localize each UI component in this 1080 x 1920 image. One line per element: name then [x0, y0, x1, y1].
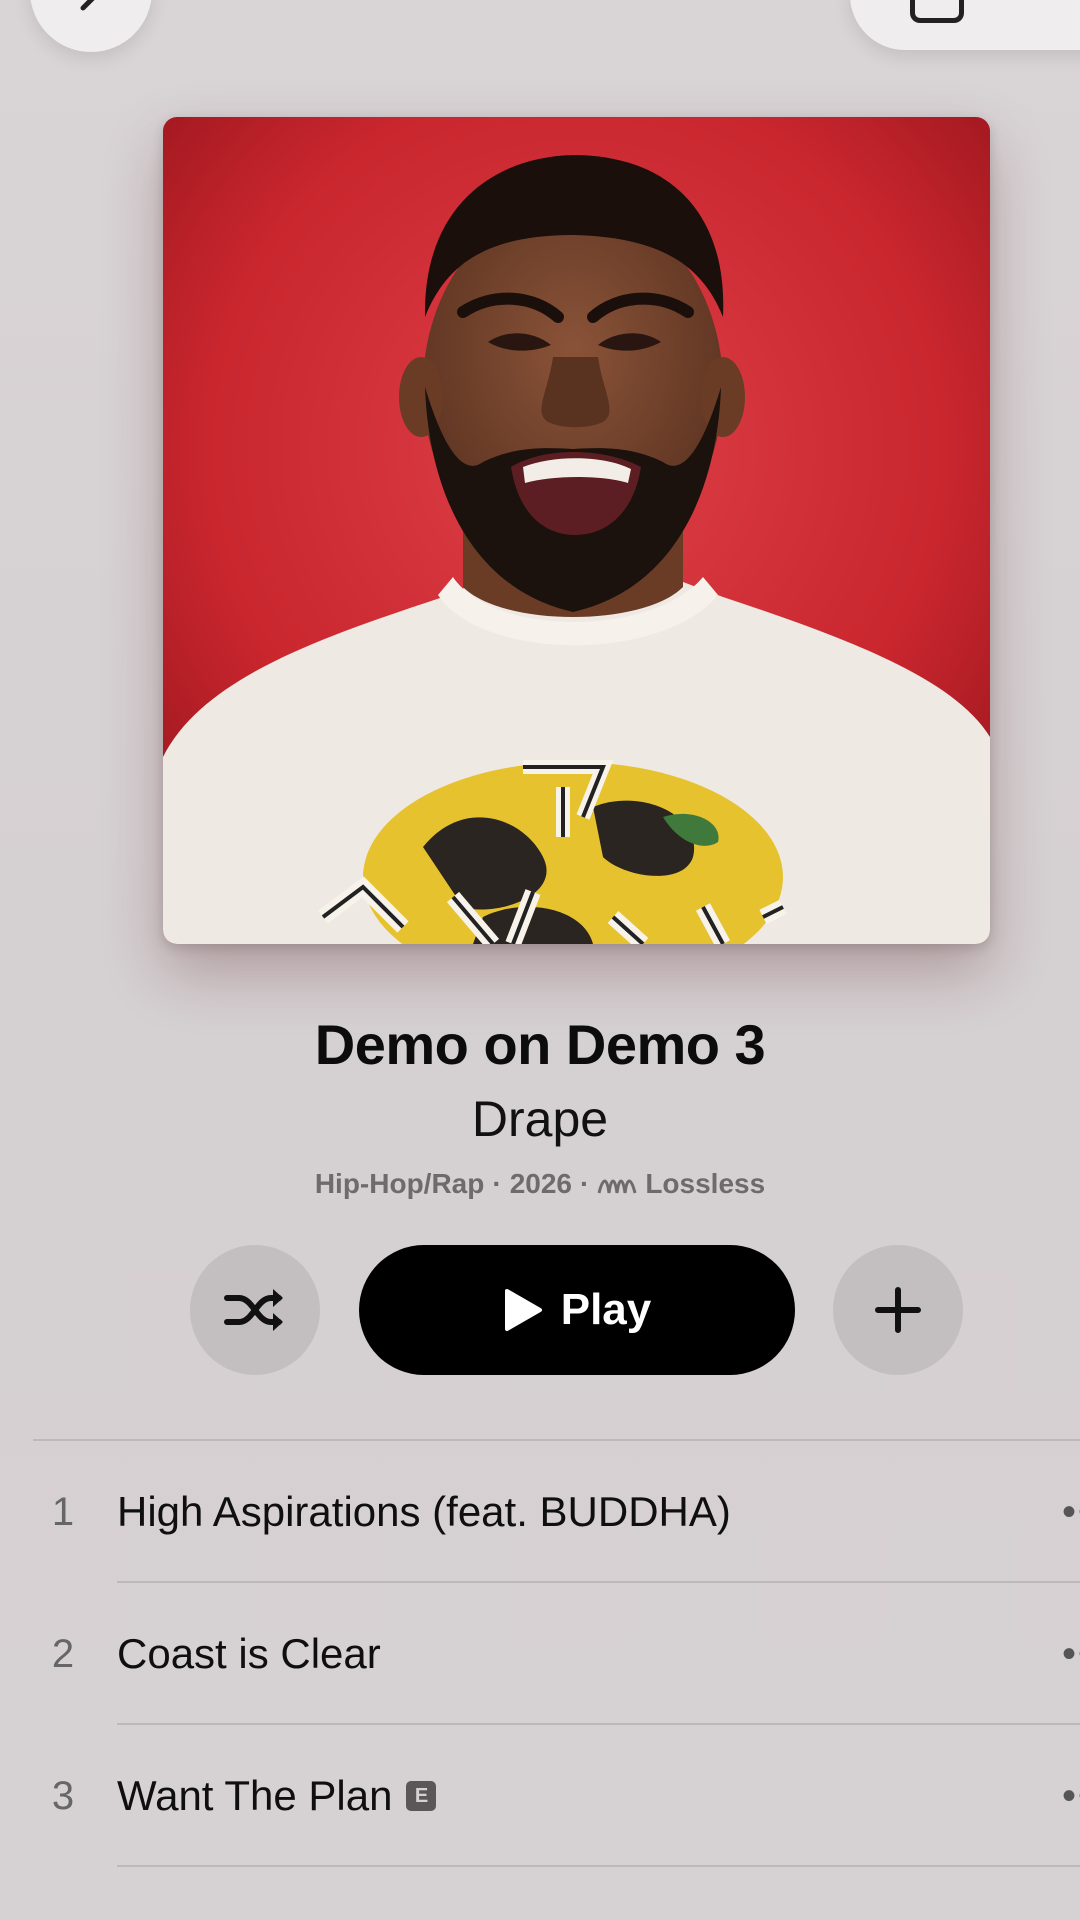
- track-title-wrap: Coast is Clear: [117, 1630, 381, 1678]
- album-genre: Hip-Hop/Rap: [314, 1168, 485, 1199]
- album-screen: Demo on Demo 3 Drape Hip-Hop/Rap · 2026 …: [0, 0, 1080, 1920]
- artist-name[interactable]: Drape: [0, 1090, 1080, 1148]
- square-icon: [910, 0, 964, 23]
- track-number: 3: [51, 1773, 75, 1818]
- plus-icon: [875, 1287, 921, 1333]
- album-artwork: [163, 117, 990, 944]
- add-button[interactable]: [833, 1245, 963, 1375]
- album-title: Demo on Demo 3: [314, 1013, 766, 1076]
- audio-quality: Lossless: [645, 1168, 766, 1199]
- top-right-control[interactable]: [850, 0, 1080, 50]
- track-title-wrap: High Aspirations (feat. BUDDHA): [117, 1488, 731, 1536]
- track-row[interactable]: 3 Want The Plan E ••: [0, 1725, 1080, 1867]
- track-title: Want The Plan: [117, 1772, 393, 1819]
- track-number: 2: [51, 1631, 75, 1676]
- meta-separator: ·: [492, 1168, 502, 1199]
- meta-separator: ·: [579, 1168, 590, 1199]
- explicit-badge: E: [406, 1781, 437, 1811]
- album-meta: Hip-Hop/Rap · 2026 · Lossless: [0, 1168, 1080, 1200]
- track-title: Coast is Clear: [117, 1630, 381, 1677]
- track-more-button[interactable]: ••: [1062, 1490, 1080, 1535]
- track-row[interactable]: 2 Coast is Clear ••: [0, 1583, 1080, 1725]
- track-title-wrap: Want The Plan E: [117, 1772, 437, 1820]
- track-title: High Aspirations (feat. BUDDHA): [117, 1488, 731, 1535]
- chevron-left-icon: [80, 0, 95, 11]
- track-row[interactable]: 1 High Aspirations (feat. BUDDHA) ••: [0, 1441, 1080, 1583]
- track-more-button[interactable]: ••: [1062, 1774, 1080, 1819]
- album-year: 2026: [509, 1168, 572, 1199]
- play-label: Play: [560, 1285, 652, 1334]
- lossless-wave-icon: [597, 1179, 637, 1194]
- play-icon: [504, 1289, 542, 1331]
- shuffle-icon: [224, 1289, 283, 1331]
- track-more-button[interactable]: ••: [1062, 1632, 1080, 1677]
- shuffle-button[interactable]: [190, 1245, 320, 1375]
- play-button[interactable]: Play: [359, 1245, 795, 1375]
- track-number: 1: [51, 1489, 75, 1534]
- track-list: 1 High Aspirations (feat. BUDDHA) •• 2 C…: [0, 1441, 1080, 1867]
- back-button[interactable]: [30, 0, 152, 52]
